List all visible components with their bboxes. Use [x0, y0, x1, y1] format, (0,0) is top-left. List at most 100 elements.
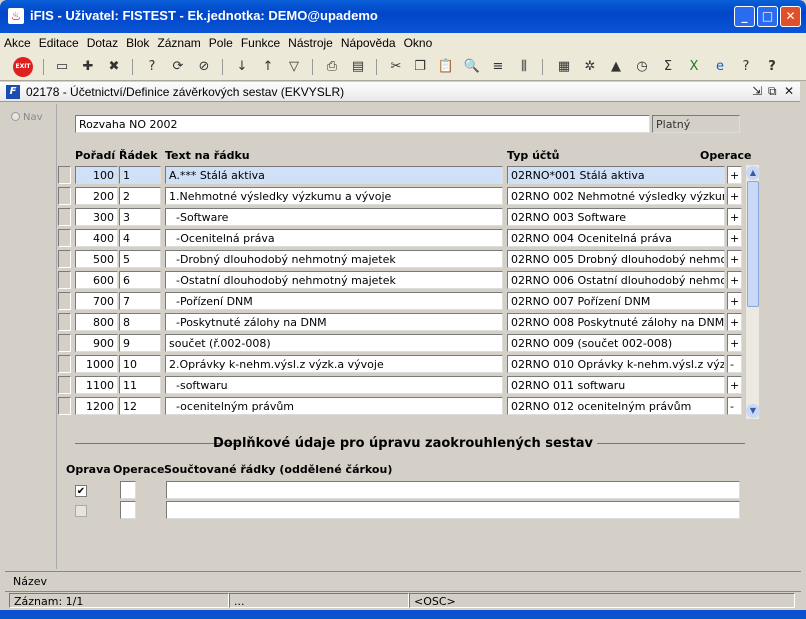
menu-item[interactable]: Nástroje — [284, 33, 337, 50]
menu-item[interactable]: Záznam — [153, 33, 204, 50]
poradi-cell[interactable]: 200 — [75, 187, 118, 205]
radek-cell[interactable]: 3 — [119, 208, 161, 226]
text-cell[interactable]: -Drobný dlouhodobý nehmotný majetek — [165, 250, 503, 268]
insert-record-icon[interactable]: ✚ — [78, 57, 98, 77]
poradi-cell[interactable]: 900 — [75, 334, 118, 352]
oprava-checkbox[interactable]: ✔ — [75, 485, 87, 497]
web-icon[interactable]: e — [710, 57, 730, 77]
text-cell[interactable]: -Pořízení DNM — [165, 292, 503, 310]
poradi-cell[interactable]: 1200 — [75, 397, 118, 415]
menu-item[interactable]: Nápověda — [337, 33, 400, 50]
menu-item[interactable]: Akce — [0, 33, 35, 50]
save-icon[interactable]: ▭ — [52, 57, 72, 77]
filter-icon[interactable]: ▽ — [284, 57, 304, 77]
columns-icon[interactable]: ⫼ — [514, 57, 534, 77]
row-selector[interactable] — [58, 271, 71, 289]
radek-cell[interactable]: 5 — [119, 250, 161, 268]
table-scrollbar[interactable]: ▲ ▼ — [745, 165, 760, 419]
search-icon[interactable]: 🔍 — [462, 57, 482, 77]
operace-cell[interactable]: + — [727, 250, 742, 268]
poradi-cell[interactable]: 500 — [75, 250, 118, 268]
text-cell[interactable]: -ocenitelným právům — [165, 397, 503, 415]
radek-cell[interactable]: 2 — [119, 187, 161, 205]
report-name-input[interactable]: Rozvaha NO 2002 — [75, 115, 650, 133]
operace-cell[interactable]: - — [727, 397, 742, 415]
typ-uctu-cell[interactable]: 02RNO 007 Pořízení DNM — [507, 292, 725, 310]
enter-query-icon[interactable]: ? — [142, 57, 162, 77]
typ-uctu-cell[interactable]: 02RNO 009 (součet 002-008) — [507, 334, 725, 352]
maximize-button[interactable]: □ — [757, 6, 778, 27]
row-selector[interactable] — [58, 376, 71, 394]
poradi-cell[interactable]: 100 — [75, 166, 118, 184]
operace-cell[interactable]: + — [727, 292, 742, 310]
scroll-thumb[interactable] — [747, 181, 759, 307]
operace-cell[interactable]: + — [727, 313, 742, 331]
extra-operace-input[interactable] — [120, 501, 136, 519]
operace-cell[interactable]: + — [727, 208, 742, 226]
typ-uctu-cell[interactable]: 02RNO 006 Ostatní dlouhodobý nehmotný m — [507, 271, 725, 289]
row-selector[interactable] — [58, 313, 71, 331]
typ-uctu-cell[interactable]: 02RNO 003 Software — [507, 208, 725, 226]
poradi-cell[interactable]: 800 — [75, 313, 118, 331]
operace-cell[interactable]: - — [727, 355, 742, 373]
delete-record-icon[interactable]: ✖ — [104, 57, 124, 77]
typ-uctu-cell[interactable]: 02RNO 004 Ocenitelná práva — [507, 229, 725, 247]
execute-query-icon[interactable]: ⟳ — [168, 57, 188, 77]
clock-icon[interactable]: ◷ — [632, 57, 652, 77]
row-selector[interactable] — [58, 334, 71, 352]
poradi-cell[interactable]: 400 — [75, 229, 118, 247]
text-cell[interactable]: -softwaru — [165, 376, 503, 394]
operace-cell[interactable]: + — [727, 334, 742, 352]
radek-cell[interactable]: 8 — [119, 313, 161, 331]
typ-uctu-cell[interactable]: 02RNO 010 Oprávky k-nehm.výsl.z výzk.a v — [507, 355, 725, 373]
text-cell[interactable]: -Poskytnuté zálohy na DNM — [165, 313, 503, 331]
menu-item[interactable]: Blok — [122, 33, 153, 50]
poradi-cell[interactable]: 300 — [75, 208, 118, 226]
operace-cell[interactable]: + — [727, 271, 742, 289]
row-selector[interactable] — [58, 250, 71, 268]
radek-cell[interactable]: 12 — [119, 397, 161, 415]
radek-cell[interactable]: 9 — [119, 334, 161, 352]
text-cell[interactable]: 2.Oprávky k-nehm.výsl.z výzk.a vývoje — [165, 355, 503, 373]
radek-cell[interactable]: 6 — [119, 271, 161, 289]
nav-option[interactable]: Nav — [11, 112, 43, 123]
form-restore-icon[interactable]: ⧉ — [768, 84, 777, 99]
oprava-checkbox[interactable] — [75, 505, 87, 517]
operace-cell[interactable]: + — [727, 229, 742, 247]
menu-item[interactable]: Okno — [400, 33, 437, 50]
extra-radky-input[interactable] — [166, 501, 740, 519]
operace-cell[interactable]: + — [727, 187, 742, 205]
scroll-down-icon[interactable]: ▼ — [746, 404, 760, 418]
help-wizard-icon[interactable]: ? — [736, 57, 756, 77]
text-cell[interactable]: součet (ř.002-008) — [165, 334, 503, 352]
minimize-button[interactable]: _ — [734, 6, 755, 27]
radek-cell[interactable]: 4 — [119, 229, 161, 247]
operace-cell[interactable]: + — [727, 166, 742, 184]
menu-item[interactable]: Funkce — [237, 33, 284, 50]
row-selector[interactable] — [58, 187, 71, 205]
sort-desc-icon[interactable]: ↑ — [258, 57, 278, 77]
extra-radky-input[interactable] — [166, 481, 740, 499]
typ-uctu-cell[interactable]: 02RNO 012 ocenitelným právům — [507, 397, 725, 415]
typ-uctu-cell[interactable]: 02RNO 005 Drobný dlouhodobý nehmotný m — [507, 250, 725, 268]
cut-icon[interactable]: ✂ — [386, 57, 406, 77]
poradi-cell[interactable]: 700 — [75, 292, 118, 310]
sum-icon[interactable]: Σ — [658, 57, 678, 77]
text-cell[interactable]: -Ocenitelná práva — [165, 229, 503, 247]
paste-icon[interactable]: 📋 — [436, 57, 456, 77]
scroll-up-icon[interactable]: ▲ — [746, 166, 760, 180]
menu-item[interactable]: Editace — [35, 33, 83, 50]
typ-uctu-cell[interactable]: 02RNO*001 Stálá aktiva — [507, 166, 725, 184]
typ-uctu-cell[interactable]: 02RNO 011 softwaru — [507, 376, 725, 394]
print-preview-icon[interactable]: ▤ — [348, 57, 368, 77]
help-icon[interactable]: ? — [762, 57, 782, 77]
form-close-icon[interactable]: ✕ — [784, 84, 794, 98]
close-button[interactable]: ✕ — [780, 6, 801, 27]
radek-cell[interactable]: 10 — [119, 355, 161, 373]
form-minimize-icon[interactable]: ⇲ — [752, 84, 762, 98]
radek-cell[interactable]: 11 — [119, 376, 161, 394]
chart-icon[interactable]: ▲ — [606, 57, 626, 77]
cancel-query-icon[interactable]: ⊘ — [194, 57, 214, 77]
menu-item[interactable]: Dotaz — [83, 33, 122, 50]
operace-cell[interactable]: + — [727, 376, 742, 394]
